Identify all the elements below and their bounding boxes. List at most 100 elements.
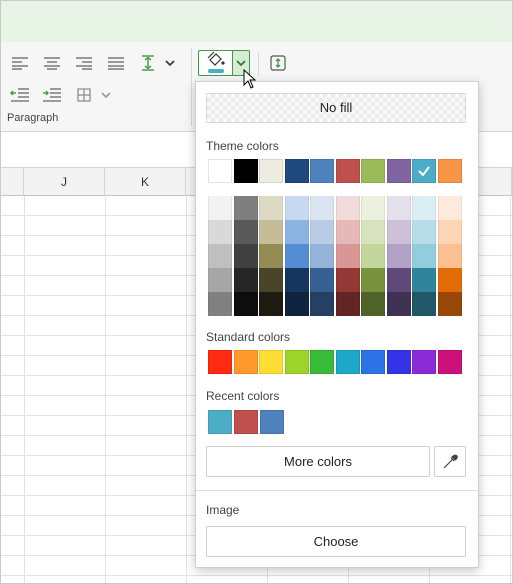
no-fill-button[interactable]: No fill: [206, 93, 466, 123]
fill-color-indicator: [208, 69, 224, 73]
align-right-icon[interactable]: [73, 52, 95, 74]
theme-shade-swatch[interactable]: [412, 196, 436, 220]
theme-color-swatch[interactable]: [208, 159, 232, 183]
theme-shade-swatch[interactable]: [361, 244, 385, 268]
decrease-indent-icon[interactable]: [9, 84, 31, 106]
theme-color-swatch[interactable]: [310, 159, 334, 183]
standard-color-swatch[interactable]: [284, 350, 309, 374]
theme-color-swatch[interactable]: [284, 159, 309, 183]
theme-shade-swatch[interactable]: [412, 268, 436, 292]
standard-color-swatch[interactable]: [361, 350, 385, 374]
fill-color-main[interactable]: [199, 51, 232, 75]
theme-color-swatch[interactable]: [412, 159, 436, 183]
more-colors-button[interactable]: More colors: [206, 446, 430, 477]
theme-shade-swatch[interactable]: [284, 220, 309, 244]
theme-color-swatch[interactable]: [361, 159, 385, 183]
theme-shade-swatch[interactable]: [259, 292, 283, 316]
theme-shade-swatch[interactable]: [233, 220, 258, 244]
theme-shade-swatch[interactable]: [437, 196, 462, 220]
column-header-k[interactable]: K: [105, 168, 186, 196]
theme-shade-swatch[interactable]: [208, 268, 232, 292]
theme-shade-swatch[interactable]: [386, 268, 411, 292]
theme-shade-swatch[interactable]: [310, 220, 334, 244]
standard-color-swatch[interactable]: [233, 350, 258, 374]
line-spacing-dropdown-icon[interactable]: [159, 52, 181, 74]
standard-color-swatch[interactable]: [310, 350, 334, 374]
title-band: [1, 1, 512, 42]
theme-shade-swatch[interactable]: [233, 292, 258, 316]
theme-shade-swatch[interactable]: [208, 244, 232, 268]
theme-shade-swatch[interactable]: [310, 268, 334, 292]
theme-shade-swatch[interactable]: [208, 196, 232, 220]
theme-shade-swatch[interactable]: [284, 268, 309, 292]
recent-color-swatch[interactable]: [208, 410, 232, 434]
theme-shade-swatch[interactable]: [437, 268, 462, 292]
theme-shade-swatch[interactable]: [335, 220, 360, 244]
theme-shade-swatch[interactable]: [361, 268, 385, 292]
theme-shade-swatch[interactable]: [361, 220, 385, 244]
theme-shade-swatch[interactable]: [386, 220, 411, 244]
vertical-align-icon[interactable]: [267, 52, 289, 74]
theme-shade-swatch[interactable]: [361, 292, 385, 316]
theme-shade-swatch[interactable]: [259, 268, 283, 292]
standard-color-swatch[interactable]: [412, 350, 436, 374]
theme-shade-swatch[interactable]: [259, 196, 283, 220]
theme-color-swatch[interactable]: [335, 159, 360, 183]
theme-shade-swatch[interactable]: [310, 292, 334, 316]
theme-shade-swatch[interactable]: [310, 244, 334, 268]
theme-shade-swatch[interactable]: [361, 196, 385, 220]
theme-shade-swatch[interactable]: [208, 292, 232, 316]
theme-shade-swatch[interactable]: [284, 196, 309, 220]
theme-shade-swatch[interactable]: [284, 292, 309, 316]
recent-color-swatch[interactable]: [234, 410, 258, 434]
theme-shade-swatch[interactable]: [412, 244, 436, 268]
theme-shade-swatch[interactable]: [437, 220, 462, 244]
standard-color-swatch[interactable]: [437, 350, 462, 374]
theme-shade-swatch[interactable]: [386, 244, 411, 268]
cell-borders-dropdown-icon[interactable]: [95, 84, 117, 106]
justify-icon[interactable]: [105, 52, 127, 74]
theme-shade-swatch[interactable]: [233, 196, 258, 220]
theme-shade-swatch[interactable]: [335, 268, 360, 292]
theme-shade-swatch[interactable]: [284, 244, 309, 268]
theme-shade-swatch[interactable]: [386, 196, 411, 220]
cell-borders-icon[interactable]: [73, 84, 95, 106]
theme-shade-swatch[interactable]: [335, 292, 360, 316]
standard-color-swatch[interactable]: [335, 350, 360, 374]
theme-colors-label: Theme colors: [206, 139, 279, 153]
theme-shade-swatch[interactable]: [233, 268, 258, 292]
theme-shade-swatch[interactable]: [437, 244, 462, 268]
standard-color-swatch[interactable]: [259, 350, 283, 374]
theme-shade-swatch[interactable]: [335, 196, 360, 220]
recent-color-swatch[interactable]: [260, 410, 284, 434]
theme-shade-swatch[interactable]: [437, 292, 462, 316]
image-label: Image: [206, 503, 240, 517]
theme-shade-swatch[interactable]: [412, 292, 436, 316]
column-header-partial[interactable]: [1, 168, 24, 196]
standard-color-swatch[interactable]: [208, 350, 232, 374]
theme-color-swatch[interactable]: [437, 159, 462, 183]
theme-shade-swatch[interactable]: [259, 244, 283, 268]
theme-color-swatch[interactable]: [259, 159, 283, 183]
line-spacing-icon[interactable]: [137, 52, 159, 74]
mouse-cursor-icon: [243, 69, 257, 89]
theme-color-swatch[interactable]: [386, 159, 411, 183]
eyedropper-button[interactable]: [434, 446, 466, 477]
choose-image-button[interactable]: Choose: [206, 526, 466, 557]
theme-color-swatch[interactable]: [233, 159, 258, 183]
align-left-icon[interactable]: [9, 52, 31, 74]
theme-shade-swatch[interactable]: [259, 220, 283, 244]
theme-shade-swatch[interactable]: [208, 220, 232, 244]
chevron-down-icon: [236, 60, 246, 67]
theme-shade-swatch[interactable]: [335, 244, 360, 268]
theme-shade-swatch[interactable]: [233, 244, 258, 268]
column-header-j[interactable]: J: [24, 168, 105, 196]
increase-indent-icon[interactable]: [41, 84, 63, 106]
theme-shade-swatch[interactable]: [412, 220, 436, 244]
standard-color-swatch[interactable]: [386, 350, 411, 374]
recent-colors-label: Recent colors: [206, 389, 280, 403]
checkmark-icon: [418, 166, 430, 177]
theme-shade-swatch[interactable]: [386, 292, 411, 316]
align-center-icon[interactable]: [41, 52, 63, 74]
theme-shade-swatch[interactable]: [310, 196, 334, 220]
